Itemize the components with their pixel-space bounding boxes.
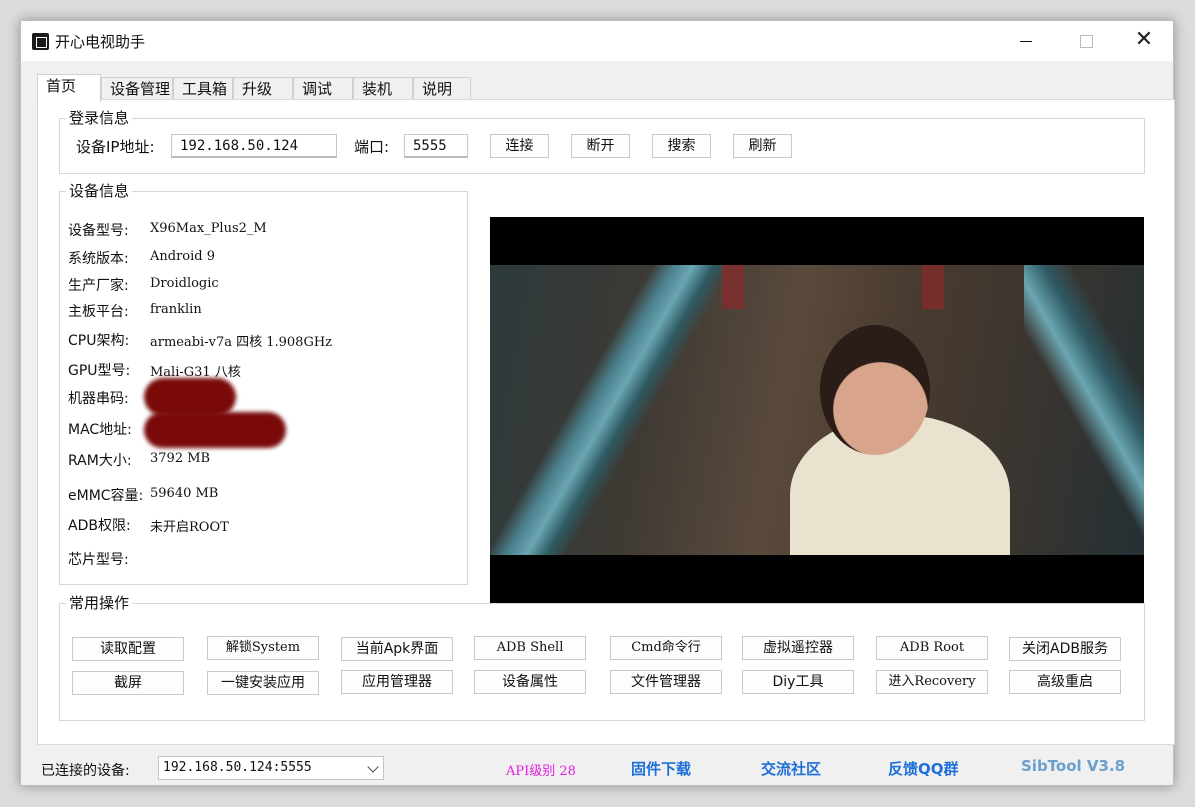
one-click-install-button[interactable]: 一键安装应用 bbox=[207, 671, 319, 695]
tab-device-management[interactable]: 设备管理 bbox=[101, 77, 173, 101]
minimize-button[interactable] bbox=[1011, 29, 1041, 53]
window-title: 开心电视助手 bbox=[55, 33, 146, 51]
title-bar: 开心电视助手 ✕ bbox=[21, 21, 1173, 61]
tab-home[interactable]: 首页 bbox=[37, 74, 101, 102]
port-label: 端口: bbox=[354, 138, 390, 156]
ram-value: 3792 MB bbox=[150, 451, 211, 466]
manufacturer-value: Droidlogic bbox=[150, 276, 219, 291]
version-label: SibTool V3.8 bbox=[1021, 757, 1126, 775]
close-adb-service-button[interactable]: 关闭ADB服务 bbox=[1009, 637, 1121, 661]
virtual-remote-button[interactable]: 虚拟遥控器 bbox=[742, 636, 854, 660]
tab-debug[interactable]: 调试 bbox=[293, 77, 353, 101]
cmd-button[interactable]: Cmd命令行 bbox=[610, 636, 722, 660]
file-manager-button[interactable]: 文件管理器 bbox=[610, 670, 722, 694]
app-window: 开心电视助手 ✕ 首页 设备管理 工具箱 升级 调试 装机 说明 登录信息 设备… bbox=[20, 20, 1175, 786]
connect-button[interactable]: 连接 bbox=[490, 134, 549, 158]
adb-root-button[interactable]: ADB Root bbox=[876, 636, 988, 660]
info-label: 芯片型号: bbox=[68, 552, 129, 568]
connected-device-select[interactable]: 192.168.50.124:5555 bbox=[158, 756, 384, 780]
info-label: 系统版本: bbox=[68, 251, 129, 267]
device-properties-button[interactable]: 设备属性 bbox=[474, 670, 586, 694]
firmware-download-link[interactable]: 固件下载 bbox=[631, 758, 691, 779]
cpu-arch-value: armeabi-v7a 四核 1.908GHz bbox=[150, 335, 333, 350]
login-info-group: 登录信息 设备IP地址: 192.168.50.124 端口: 5555 连接 … bbox=[59, 107, 1145, 174]
unlock-system-button[interactable]: 解锁System bbox=[207, 636, 319, 660]
tab-upgrade[interactable]: 升级 bbox=[233, 77, 293, 101]
login-info-title: 登录信息 bbox=[66, 107, 133, 128]
info-label: eMMC容量: bbox=[68, 488, 144, 504]
close-button[interactable]: ✕ bbox=[1129, 29, 1159, 53]
maximize-button[interactable] bbox=[1071, 29, 1101, 53]
screen-preview bbox=[490, 217, 1144, 603]
info-label: RAM大小: bbox=[68, 453, 132, 469]
emmc-value: 59640 MB bbox=[150, 486, 219, 501]
ip-input[interactable]: 192.168.50.124 bbox=[171, 134, 337, 158]
mac-redaction bbox=[144, 412, 286, 448]
refresh-button[interactable]: 刷新 bbox=[733, 134, 792, 158]
device-info-group: 设备信息 设备型号: X96Max_Plus2_M 系统版本: Android … bbox=[59, 180, 468, 585]
diy-tools-button[interactable]: Diy工具 bbox=[742, 670, 854, 694]
info-label: 设备型号: bbox=[68, 223, 129, 239]
tab-help[interactable]: 说明 bbox=[413, 77, 471, 101]
screenshot-button[interactable]: 截屏 bbox=[72, 671, 184, 695]
serial-redaction bbox=[144, 378, 236, 416]
app-manager-button[interactable]: 应用管理器 bbox=[341, 670, 453, 694]
advanced-reboot-button[interactable]: 高级重启 bbox=[1009, 670, 1121, 694]
common-operations-title: 常用操作 bbox=[66, 592, 133, 613]
ip-label: 设备IP地址: bbox=[76, 138, 155, 156]
chevron-down-icon bbox=[367, 761, 379, 773]
current-apk-button[interactable]: 当前Apk界面 bbox=[341, 637, 453, 661]
device-info-title: 设备信息 bbox=[66, 180, 133, 201]
disconnect-button[interactable]: 断开 bbox=[571, 134, 630, 158]
app-icon bbox=[32, 33, 49, 50]
adb-shell-button[interactable]: ADB Shell bbox=[474, 636, 586, 660]
tab-install[interactable]: 装机 bbox=[353, 77, 413, 101]
info-label: 机器串码: bbox=[68, 391, 129, 407]
feedback-qq-link[interactable]: 反馈QQ群 bbox=[888, 758, 959, 779]
read-config-button[interactable]: 读取配置 bbox=[72, 637, 184, 661]
search-button[interactable]: 搜索 bbox=[652, 134, 711, 158]
info-label: 主板平台: bbox=[68, 304, 129, 320]
info-label: 生产厂家: bbox=[68, 278, 129, 294]
info-label: ADB权限: bbox=[68, 518, 131, 534]
community-link[interactable]: 交流社区 bbox=[761, 758, 821, 779]
info-label: CPU架构: bbox=[68, 333, 130, 349]
connected-device-label: 已连接的设备: bbox=[41, 763, 130, 779]
adb-permission-value: 未开启ROOT bbox=[150, 520, 229, 535]
info-label: GPU型号: bbox=[68, 363, 131, 379]
common-operations-group: 常用操作 读取配置 解锁System 当前Apk界面 ADB Shell Cmd… bbox=[59, 592, 1145, 721]
board-platform-value: franklin bbox=[150, 302, 202, 317]
api-level: API级别 28 bbox=[506, 764, 576, 779]
tab-toolbox[interactable]: 工具箱 bbox=[173, 77, 233, 101]
connected-device-value: 192.168.50.124:5555 bbox=[163, 760, 312, 775]
device-model-value: X96Max_Plus2_M bbox=[150, 221, 267, 236]
port-input[interactable]: 5555 bbox=[404, 134, 468, 158]
preview-frame bbox=[490, 265, 1144, 555]
info-label: MAC地址: bbox=[68, 422, 132, 438]
system-version-value: Android 9 bbox=[150, 249, 216, 264]
enter-recovery-button[interactable]: 进入Recovery bbox=[876, 670, 988, 694]
